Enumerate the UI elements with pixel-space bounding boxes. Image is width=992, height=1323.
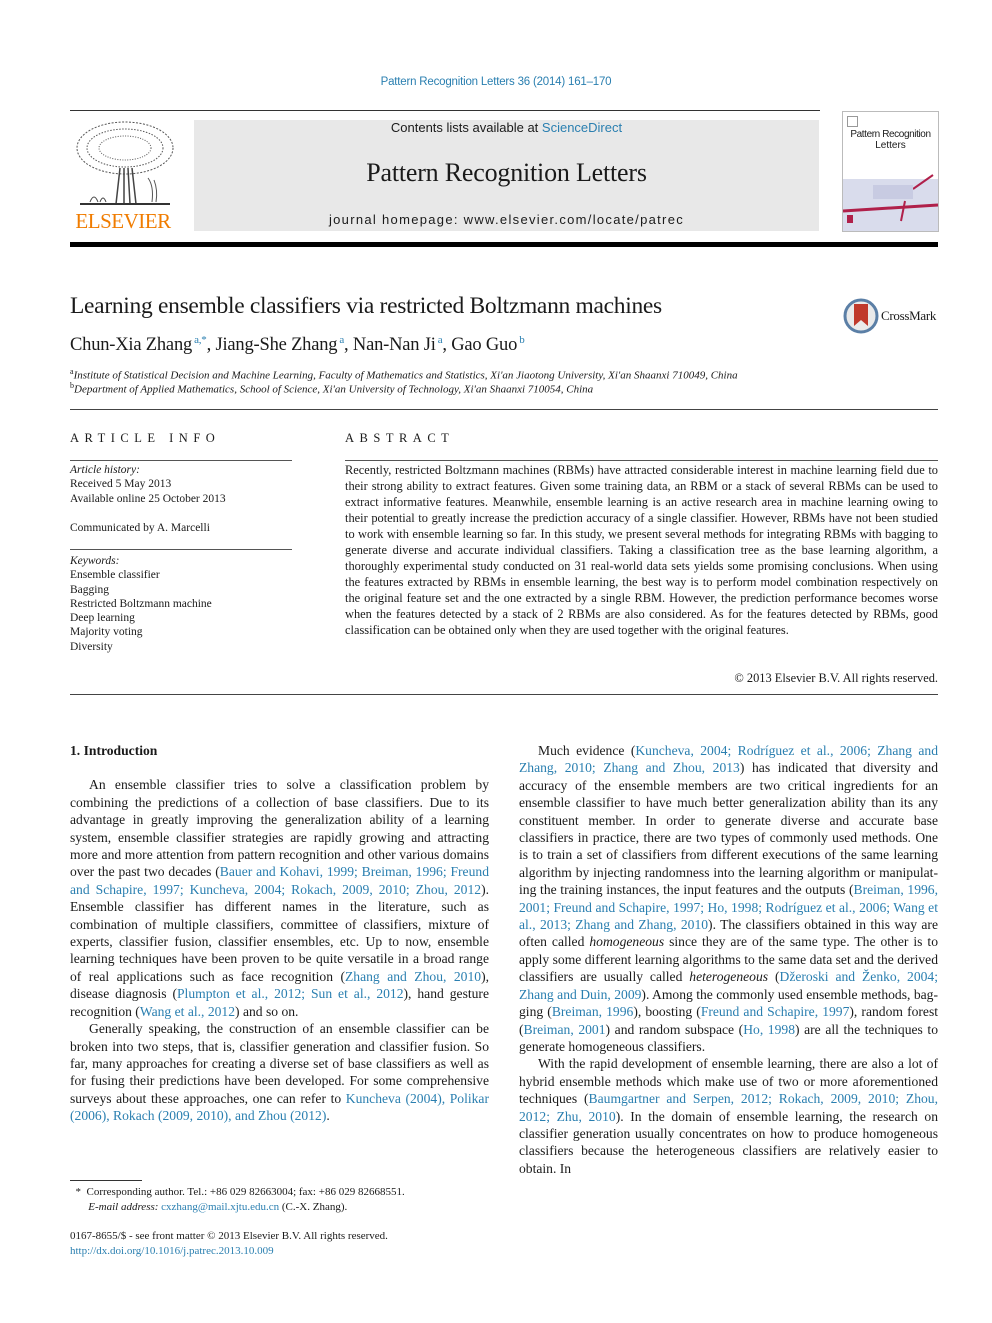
sciencedirect-link[interactable]: ScienceDirect xyxy=(542,120,622,135)
doi-link[interactable]: http://dx.doi.org/10.1016/j.patrec.2013.… xyxy=(70,1244,388,1259)
abstract-text: Recently, restricted Boltzmann machines … xyxy=(345,463,938,637)
keywords-list: Keywords: Ensemble classifier Bagging Re… xyxy=(70,554,212,654)
header-thick-rule xyxy=(70,242,938,247)
divider xyxy=(345,460,938,461)
section-heading: 1. Introduction xyxy=(70,743,158,758)
divider xyxy=(70,409,938,410)
author-name[interactable]: Chun-Xia Zhang xyxy=(70,335,192,355)
elsevier-wordmark: ELSEVIER xyxy=(75,209,171,233)
keyword: Bagging xyxy=(70,583,109,596)
affiliation-b: bDepartment of Applied Mathematics, Scho… xyxy=(70,381,594,396)
contents-prefix: Contents lists available at xyxy=(390,120,542,135)
divider xyxy=(70,460,292,461)
email-link[interactable]: cxzhang@mail.xjtu.edu.cn xyxy=(161,1201,279,1213)
keyword: Majority voting xyxy=(70,626,143,639)
email-line: E-mail address: cxzhang@mail.xjtu.edu.cn… xyxy=(70,1200,405,1215)
available-online-date: Available online 25 October 2013 xyxy=(70,492,226,505)
communicated-by: Communicated by A. Marcelli xyxy=(70,522,210,534)
journal-cover-thumbnail[interactable]: Pattern Recognition Letters xyxy=(842,111,939,232)
paragraph: Much evidence (Kuncheva, 2004; Rodríguez… xyxy=(519,742,938,1055)
citation-link[interactable]: Wang et al., 2012 xyxy=(140,1004,235,1019)
crossmark-icon xyxy=(843,298,879,334)
crossmark-badge[interactable]: CrossMark xyxy=(843,298,943,334)
journal-homepage[interactable]: journal homepage: www.elsevier.com/locat… xyxy=(194,212,819,227)
author-name[interactable]: Nan-Nan Ji xyxy=(353,335,436,355)
divider xyxy=(70,694,938,695)
body-text: . xyxy=(326,1108,330,1124)
emphasis-text: homogeneous xyxy=(589,934,665,950)
cover-elsevier-icon xyxy=(847,116,858,127)
citation-link[interactable]: Plumpton et al., 2012; Sun et al., 2012 xyxy=(177,986,404,1001)
footnote-rule xyxy=(70,1180,142,1181)
author-list: Chun-Xia Zhang a,*, Jiang-She Zhang a, N… xyxy=(70,334,525,356)
cover-artwork-icon xyxy=(843,174,938,231)
author-separator: , xyxy=(442,335,452,356)
history-label: Article history: xyxy=(70,464,140,476)
abstract-copyright: © 2013 Elsevier B.V. All rights reserved… xyxy=(734,671,938,685)
citation-link[interactable]: Breiman, 2001 xyxy=(524,1022,606,1037)
author-separator: , xyxy=(344,335,353,356)
article-info-heading: ARTICLE INFO xyxy=(70,431,221,445)
cover-title-line2: Letters xyxy=(875,140,906,151)
header-top-rule xyxy=(70,110,820,111)
journal-reference-link[interactable]: Pattern Recognition Letters 36 (2014) 16… xyxy=(0,76,992,88)
author-name[interactable]: Jiang-She Zhang xyxy=(215,335,337,355)
received-date: Received 5 May 2013 xyxy=(70,478,172,491)
journal-name: Pattern Recognition Letters xyxy=(366,158,647,187)
issn-line: 0167-8655/$ - see front matter © 2013 El… xyxy=(70,1230,388,1242)
citation-link[interactable]: Freund and Schapire, 1997 xyxy=(701,1004,850,1019)
author-affiliation-mark[interactable]: a,* xyxy=(192,334,207,346)
keyword: Deep learning xyxy=(70,612,135,625)
divider xyxy=(70,549,292,550)
elsevier-tree-icon xyxy=(76,121,174,205)
keyword: Diversity xyxy=(70,640,113,653)
author-name[interactable]: Gao Guo xyxy=(451,335,517,355)
keywords-label: Keywords: xyxy=(70,555,120,567)
keyword: Restricted Boltzmann machine xyxy=(70,597,212,610)
crossmark-label: CrossMark xyxy=(881,308,937,323)
article-history: Article history: Received 5 May 2013 Ava… xyxy=(70,463,226,506)
body-text: ) has indicated that diver­sity and accu… xyxy=(519,760,939,898)
citation-link[interactable]: Breiman, 1996 xyxy=(552,1004,634,1019)
contents-line: Contents lists available at ScienceDirec… xyxy=(194,120,819,135)
corresponding-author-note: * Corresponding author. Tel.: +86 029 82… xyxy=(75,1186,405,1198)
email-label: E-mail address: xyxy=(88,1200,159,1213)
body-text: Much evidence ( xyxy=(538,743,636,758)
email-suffix: (C.-X. Zhang). xyxy=(279,1200,348,1213)
citation-link[interactable]: Zhang and Zhou, 2010 xyxy=(345,969,481,984)
footnote: * Corresponding author. Tel.: +86 029 82… xyxy=(70,1185,405,1214)
body-text: ( xyxy=(768,969,780,985)
body-text: ) and so on. xyxy=(235,1003,299,1019)
paper-title: Learning ensemble classifiers via restri… xyxy=(70,293,662,319)
paragraph: Generally speaking, the construction of … xyxy=(70,1020,489,1124)
elsevier-logo: ELSEVIER xyxy=(70,118,176,234)
keyword: Ensemble classifier xyxy=(70,569,160,582)
emphasis-text: heterogeneous xyxy=(689,969,769,985)
body-text: ), boosting ( xyxy=(633,1004,701,1020)
paragraph: With the rapid development of ensemble l… xyxy=(519,1055,938,1177)
journal-masthead: Contents lists available at ScienceDirec… xyxy=(194,120,819,231)
abstract-heading: ABSTRACT xyxy=(345,431,455,445)
front-matter: 0167-8655/$ - see front matter © 2013 El… xyxy=(70,1229,388,1258)
body-text: ) and random subspace ( xyxy=(605,1021,744,1037)
body-column-left: 1. Introduction An ensemble classifier t… xyxy=(70,742,489,1125)
citation-link[interactable]: Ho, 1998 xyxy=(743,1022,795,1037)
paragraph: An ensemble classifier tries to solve a … xyxy=(70,776,489,1020)
author-affiliation-mark[interactable]: b xyxy=(517,334,525,346)
body-column-right: Much evidence (Kuncheva, 2004; Rodríguez… xyxy=(519,742,938,1177)
affiliation-a: aInstitute of Statistical Decision and M… xyxy=(70,367,738,382)
cover-title-line1: Pattern Recognition xyxy=(850,129,931,140)
